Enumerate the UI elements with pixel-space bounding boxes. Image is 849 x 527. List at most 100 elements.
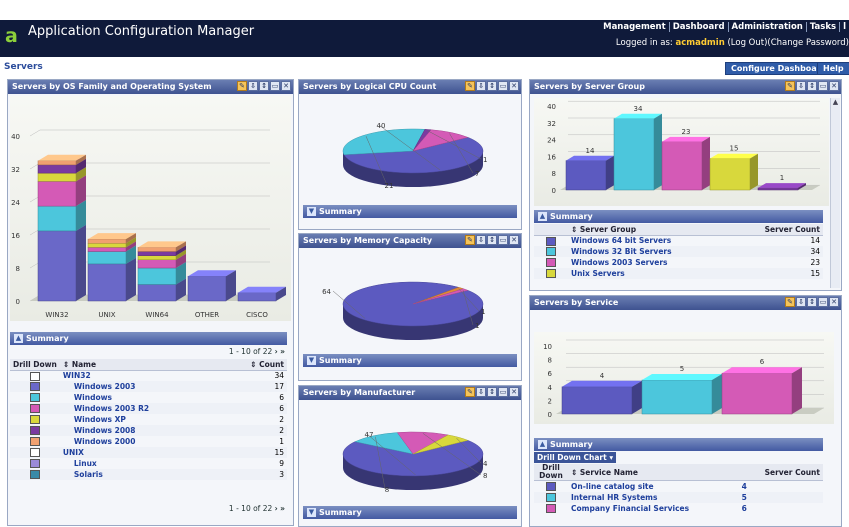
table-row[interactable]: Windows 64 bit Servers 14 — [534, 235, 823, 246]
row-name-link[interactable]: Company Financial Services — [568, 503, 739, 514]
name-column-header[interactable]: ⇕ Name — [59, 359, 219, 371]
row-name-link[interactable]: Internal HR Systems — [568, 492, 739, 503]
table-row[interactable]: Windows 2003 R2 6 — [10, 403, 287, 414]
summary-toggle[interactable]: ▼ Summary — [303, 506, 517, 519]
table-row[interactable]: Linux 9 — [10, 458, 287, 469]
export-icon[interactable]: ⇩ — [248, 81, 258, 91]
row-name-link[interactable]: Windows 32 Bit Servers — [568, 246, 730, 257]
summary-toggle[interactable]: ▼ Summary — [303, 354, 517, 367]
row-name-link[interactable]: UNIX — [60, 447, 219, 458]
service-name-column-header[interactable]: ⇕ Service Name — [568, 464, 739, 481]
table-row[interactable]: On-line catalog site 4 — [534, 481, 823, 492]
table-row[interactable]: Internal HR Systems 5 — [534, 491, 823, 503]
drill-down-swatch[interactable] — [29, 459, 40, 469]
drill-down-swatch[interactable] — [546, 258, 556, 268]
restore-icon[interactable]: ▭ — [818, 81, 828, 91]
change-password-link[interactable]: (Change Password) — [767, 38, 849, 48]
drill-down-swatch[interactable] — [29, 393, 40, 403]
table-row[interactable]: Windows 2000 1 — [10, 436, 287, 447]
export-icon[interactable]: ⇩ — [476, 387, 486, 397]
drill-down-swatch[interactable] — [29, 415, 40, 425]
row-name-link[interactable]: Windows 2003 R2 — [60, 403, 219, 414]
logout-link[interactable]: (Log Out) — [727, 38, 767, 48]
expand-icon[interactable]: ↕ — [807, 297, 817, 307]
table-row[interactable]: Windows XP 2 — [10, 414, 287, 425]
expand-icon[interactable]: ↕ — [487, 387, 497, 397]
drill-down-swatch[interactable] — [29, 371, 40, 381]
server-count-column-header[interactable]: Server Count — [729, 224, 823, 236]
help-button[interactable]: Help — [817, 62, 849, 75]
edit-icon[interactable]: ✎ — [465, 81, 475, 91]
summary-toggle[interactable]: ▲ Summary — [10, 332, 287, 345]
restore-icon[interactable]: ▭ — [818, 297, 828, 307]
close-icon[interactable]: ✕ — [829, 81, 839, 91]
nav-dashboard[interactable]: Dashboard — [669, 22, 729, 32]
table-row[interactable]: Solaris 3 — [10, 469, 287, 480]
expand-icon[interactable]: ↕ — [487, 81, 497, 91]
close-icon[interactable]: ✕ — [829, 297, 839, 307]
expand-icon[interactable]: ↕ — [259, 81, 269, 91]
summary-toggle[interactable]: ▼ Summary — [303, 205, 517, 218]
row-name-link[interactable]: WIN32 — [60, 370, 219, 381]
scroll-up-icon[interactable]: ▲ — [831, 98, 840, 106]
row-name-link[interactable]: Windows — [60, 392, 219, 403]
expand-icon[interactable]: ↕ — [487, 235, 497, 245]
nav-tasks[interactable]: Tasks — [806, 22, 841, 32]
table-row[interactable]: Windows 2008 2 — [10, 425, 287, 436]
row-name-link[interactable]: Windows 2008 — [60, 425, 219, 436]
row-name-link[interactable]: Unix Servers — [568, 268, 730, 279]
close-icon[interactable]: ✕ — [509, 235, 519, 245]
row-name-link[interactable]: Windows 2003 Servers — [568, 257, 730, 268]
edit-icon[interactable]: ✎ — [785, 297, 795, 307]
row-name-link[interactable]: Solaris — [60, 469, 219, 480]
count-column-header[interactable]: ⇕ Count — [218, 359, 287, 371]
row-name-link[interactable]: Windows 64 bit Servers — [568, 235, 730, 246]
table-row[interactable]: Unix Servers 15 — [534, 268, 823, 279]
drill-down-swatch[interactable] — [546, 492, 556, 502]
drill-down-swatch[interactable] — [29, 426, 40, 436]
drill-down-swatch[interactable] — [546, 269, 556, 279]
restore-icon[interactable]: ▭ — [498, 235, 508, 245]
summary-toggle[interactable]: ▲ Summary — [534, 438, 823, 451]
edit-icon[interactable]: ✎ — [785, 81, 795, 91]
table-row[interactable]: Windows 2003 Servers 23 — [534, 257, 823, 268]
export-icon[interactable]: ⇩ — [796, 81, 806, 91]
table-row[interactable]: UNIX 15 — [10, 447, 287, 458]
next-page-icon[interactable]: › — [275, 347, 278, 356]
last-page-icon[interactable]: » — [280, 347, 285, 356]
restore-icon[interactable]: ▭ — [498, 81, 508, 91]
close-icon[interactable]: ✕ — [509, 387, 519, 397]
edit-icon[interactable]: ✎ — [237, 81, 247, 91]
table-row[interactable]: Company Financial Services 6 — [534, 503, 823, 514]
export-icon[interactable]: ⇩ — [476, 235, 486, 245]
drill-down-swatch[interactable] — [29, 382, 40, 392]
drill-down-swatch[interactable] — [546, 503, 556, 513]
table-row[interactable]: Windows 2003 17 — [10, 381, 287, 392]
row-name-link[interactable]: Windows XP — [60, 414, 219, 425]
row-name-link[interactable]: Windows 2000 — [60, 436, 219, 447]
table-row[interactable]: Windows 6 — [10, 392, 287, 403]
nav-administration[interactable]: Administration — [728, 22, 807, 32]
row-name-link[interactable]: On-line catalog site — [568, 481, 739, 492]
last-page-icon[interactable]: » — [280, 504, 285, 513]
drill-down-swatch[interactable] — [546, 482, 556, 491]
summary-toggle[interactable]: ▲ Summary — [534, 210, 823, 223]
drill-down-swatch[interactable] — [29, 404, 40, 414]
row-name-link[interactable]: Windows 2003 — [60, 381, 219, 392]
restore-icon[interactable]: ▭ — [498, 387, 508, 397]
edit-icon[interactable]: ✎ — [465, 235, 475, 245]
drill-down-chart-button[interactable]: Drill Down Chart ▾ — [534, 452, 617, 463]
scrollbar[interactable]: ▲ — [830, 98, 840, 288]
drill-down-swatch[interactable] — [546, 236, 556, 246]
server-group-column-header[interactable]: ⇕ Server Group — [568, 224, 730, 236]
restore-icon[interactable]: ▭ — [270, 81, 280, 91]
nav-management[interactable]: Management — [600, 22, 670, 32]
table-row[interactable]: Windows 32 Bit Servers 34 — [534, 246, 823, 257]
close-icon[interactable]: ✕ — [509, 81, 519, 91]
table-row[interactable]: WIN32 34 — [10, 370, 287, 381]
edit-icon[interactable]: ✎ — [465, 387, 475, 397]
drill-down-swatch[interactable] — [546, 247, 556, 257]
drill-down-swatch[interactable] — [29, 448, 40, 458]
server-count-column-header[interactable]: Server Count — [738, 464, 823, 481]
expand-icon[interactable]: ↕ — [807, 81, 817, 91]
